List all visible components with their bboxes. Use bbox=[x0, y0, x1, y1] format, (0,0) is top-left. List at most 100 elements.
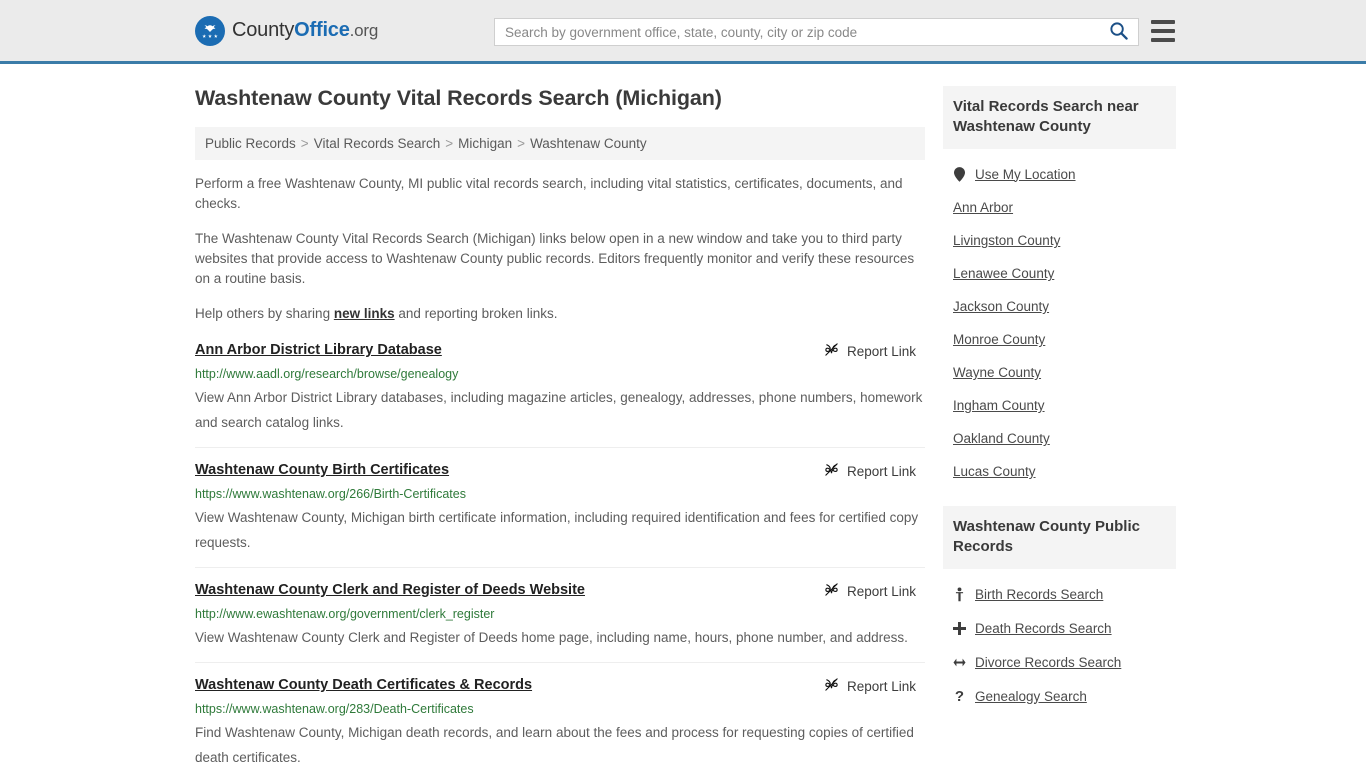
baby-icon bbox=[953, 586, 966, 602]
hamburger-menu-icon[interactable] bbox=[1151, 20, 1175, 42]
sidebar-link-use-my-location[interactable]: Use My Location bbox=[975, 167, 1076, 182]
sidebar-link-ann-arbor[interactable]: Ann Arbor bbox=[953, 200, 1013, 215]
intro-paragraph-2: The Washtenaw County Vital Records Searc… bbox=[195, 231, 915, 286]
brand-text-part1: County bbox=[232, 19, 295, 41]
report-link-button[interactable]: Report Link bbox=[824, 461, 916, 480]
broken-link-icon bbox=[824, 677, 839, 695]
result-url: https://www.washtenaw.org/266/Birth-Cert… bbox=[195, 487, 466, 501]
cross-icon bbox=[953, 620, 966, 636]
sidebar-item-use-my-location[interactable]: Use My Location bbox=[943, 157, 1176, 191]
sidebar-item-ingham-county[interactable]: Ingham County bbox=[943, 389, 1176, 422]
sidebar-link-oakland-county[interactable]: Oakland County bbox=[953, 431, 1050, 446]
broken-link-icon bbox=[824, 582, 839, 600]
sidebar-item-birth-records-search[interactable]: Birth Records Search bbox=[943, 577, 1176, 611]
sidebar-link-livingston-county[interactable]: Livingston County bbox=[953, 233, 1060, 248]
breadcrumb-item-washtenaw-county[interactable]: Washtenaw County bbox=[530, 136, 647, 151]
sidebar-item-monroe-county[interactable]: Monroe County bbox=[943, 323, 1176, 356]
intro-text: Perform a free Washtenaw County, MI publ… bbox=[195, 174, 925, 324]
search-bar[interactable] bbox=[494, 18, 1139, 46]
sidebar-nearby-list: Use My Location Ann Arbor Livingston Cou… bbox=[943, 149, 1176, 488]
result-item: Ann Arbor District Library Database Repo… bbox=[195, 339, 925, 447]
share-text-after: and reporting broken links. bbox=[394, 306, 558, 321]
broken-link-icon bbox=[824, 342, 839, 360]
sidebar-public-records-list: Birth Records Search Death Records Searc… bbox=[943, 569, 1176, 713]
sidebar-item-lucas-county[interactable]: Lucas County bbox=[943, 455, 1176, 488]
result-url: https://www.washtenaw.org/283/Death-Cert… bbox=[195, 702, 474, 716]
result-title-link[interactable]: Washtenaw County Death Certificates & Re… bbox=[195, 676, 532, 695]
brand-wordmark: CountyOffice.org bbox=[232, 19, 378, 42]
sidebar-item-wayne-county[interactable]: Wayne County bbox=[943, 356, 1176, 389]
left-right-arrow-icon bbox=[953, 654, 966, 670]
result-title-link[interactable]: Washtenaw County Birth Certificates bbox=[195, 461, 449, 480]
sidebar-link-birth-records-search[interactable]: Birth Records Search bbox=[975, 587, 1103, 602]
breadcrumb-item-vital-records-search[interactable]: Vital Records Search bbox=[314, 136, 441, 151]
report-link-label: Report Link bbox=[846, 463, 916, 479]
report-link-button[interactable]: Report Link bbox=[824, 676, 916, 695]
intro-paragraph-3: Help others by sharing new links and rep… bbox=[195, 304, 925, 324]
sidebar-heading-public-records: Washtenaw County Public Records bbox=[943, 506, 1176, 569]
sidebar-item-ann-arbor[interactable]: Ann Arbor bbox=[943, 191, 1176, 224]
sidebar: Vital Records Search near Washtenaw Coun… bbox=[943, 86, 1176, 768]
sidebar-item-death-records-search[interactable]: Death Records Search bbox=[943, 611, 1176, 645]
breadcrumb-item-michigan[interactable]: Michigan bbox=[458, 136, 512, 151]
result-description: View Ann Arbor District Library database… bbox=[195, 390, 923, 430]
sidebar-item-jackson-county[interactable]: Jackson County bbox=[943, 290, 1176, 323]
result-description: Find Washtenaw County, Michigan death re… bbox=[195, 725, 914, 765]
sidebar-link-monroe-county[interactable]: Monroe County bbox=[953, 332, 1045, 347]
sidebar-item-genealogy-search[interactable]: ? Genealogy Search bbox=[943, 679, 1176, 713]
breadcrumb-separator: > bbox=[517, 136, 526, 151]
sidebar-link-genealogy-search[interactable]: Genealogy Search bbox=[975, 689, 1087, 704]
map-pin-icon bbox=[953, 166, 966, 182]
result-description: View Washtenaw County Clerk and Register… bbox=[195, 630, 908, 645]
sidebar-link-ingham-county[interactable]: Ingham County bbox=[953, 398, 1045, 413]
brand-text-part3: .org bbox=[349, 21, 379, 40]
hamburger-bar bbox=[1151, 29, 1175, 33]
main-content: Washtenaw County Vital Records Search (M… bbox=[195, 86, 925, 768]
sidebar-card-nearby: Vital Records Search near Washtenaw Coun… bbox=[943, 86, 1176, 488]
intro-paragraph-1: Perform a free Washtenaw County, MI publ… bbox=[195, 176, 903, 211]
search-input[interactable] bbox=[505, 24, 1107, 40]
sidebar-link-death-records-search[interactable]: Death Records Search bbox=[975, 621, 1112, 636]
page-body: Washtenaw County Vital Records Search (M… bbox=[0, 64, 1366, 768]
sidebar-item-livingston-county[interactable]: Livingston County bbox=[943, 224, 1176, 257]
result-title-link[interactable]: Washtenaw County Clerk and Register of D… bbox=[195, 581, 585, 600]
page-title: Washtenaw County Vital Records Search (M… bbox=[195, 86, 722, 110]
site-logo[interactable]: CountyOffice.org bbox=[195, 15, 378, 46]
result-header: Washtenaw County Clerk and Register of D… bbox=[195, 581, 925, 600]
sidebar-card-public-records: Washtenaw County Public Records Birth Re… bbox=[943, 506, 1176, 713]
new-links-link[interactable]: new links bbox=[334, 306, 395, 321]
result-description: View Washtenaw County, Michigan birth ce… bbox=[195, 510, 919, 550]
result-url: http://www.aadl.org/research/browse/gene… bbox=[195, 367, 459, 381]
report-link-button[interactable]: Report Link bbox=[824, 341, 916, 360]
result-item: Washtenaw County Clerk and Register of D… bbox=[195, 567, 925, 662]
report-link-label: Report Link bbox=[846, 678, 916, 694]
report-link-label: Report Link bbox=[846, 583, 916, 599]
question-mark-glyph: ? bbox=[954, 687, 965, 705]
breadcrumb-separator: > bbox=[445, 136, 454, 151]
result-header: Washtenaw County Birth Certificates Repo… bbox=[195, 461, 925, 480]
hamburger-bar bbox=[1151, 20, 1175, 24]
sidebar-heading-nearby: Vital Records Search near Washtenaw Coun… bbox=[943, 86, 1176, 149]
search-icon bbox=[1109, 21, 1128, 43]
sidebar-link-divorce-records-search[interactable]: Divorce Records Search bbox=[975, 655, 1121, 670]
sidebar-link-jackson-county[interactable]: Jackson County bbox=[953, 299, 1049, 314]
brand-text-part2: Office bbox=[294, 19, 350, 41]
sidebar-link-lucas-county[interactable]: Lucas County bbox=[953, 464, 1036, 479]
result-title-link[interactable]: Ann Arbor District Library Database bbox=[195, 341, 442, 360]
question-mark-icon: ? bbox=[953, 688, 966, 704]
sidebar-item-lenawee-county[interactable]: Lenawee County bbox=[943, 257, 1176, 290]
report-link-label: Report Link bbox=[846, 343, 916, 359]
result-header: Washtenaw County Death Certificates & Re… bbox=[195, 676, 925, 695]
breadcrumb-separator: > bbox=[300, 136, 309, 151]
report-link-button[interactable]: Report Link bbox=[824, 581, 916, 600]
result-item: Washtenaw County Death Certificates & Re… bbox=[195, 662, 925, 768]
sidebar-link-lenawee-county[interactable]: Lenawee County bbox=[953, 266, 1054, 281]
sidebar-link-wayne-county[interactable]: Wayne County bbox=[953, 365, 1041, 380]
sidebar-item-oakland-county[interactable]: Oakland County bbox=[943, 422, 1176, 455]
search-button[interactable] bbox=[1107, 21, 1130, 43]
result-url: http://www.ewashtenaw.org/government/cle… bbox=[195, 607, 495, 621]
result-item: Washtenaw County Birth Certificates Repo… bbox=[195, 447, 925, 567]
sidebar-item-divorce-records-search[interactable]: Divorce Records Search bbox=[943, 645, 1176, 679]
site-header: CountyOffice.org bbox=[0, 0, 1366, 64]
breadcrumb-item-public-records[interactable]: Public Records bbox=[205, 136, 296, 151]
